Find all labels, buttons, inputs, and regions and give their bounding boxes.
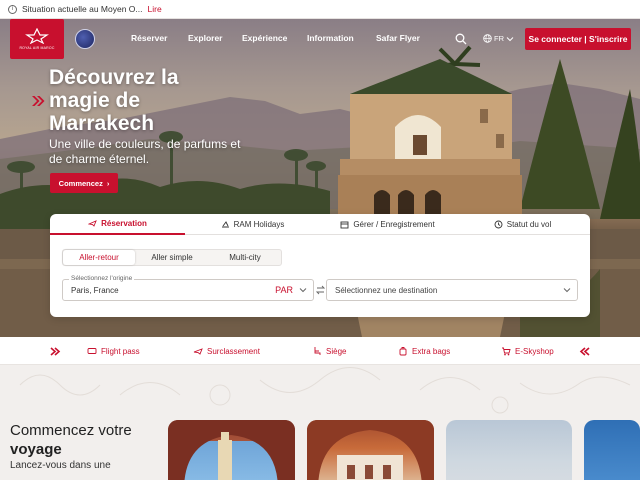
tab-flight-status-label: Statut du vol <box>506 220 552 229</box>
swap-icon[interactable] <box>316 285 325 295</box>
nav-item-safar-flyer[interactable]: Safar Flyer <box>376 33 420 43</box>
chevrons-right-icon[interactable] <box>50 347 61 356</box>
trip-type-selector: Aller-retour Aller simple Multi-city <box>62 249 282 266</box>
alert-text: Situation actuelle au Moyen O... <box>22 4 143 14</box>
alert-read-link[interactable]: Lire <box>148 4 162 14</box>
destination-card[interactable] <box>446 420 572 480</box>
trip-type-multi-city[interactable]: Multi-city <box>209 250 281 265</box>
seat-icon <box>314 347 321 355</box>
destination-card[interactable] <box>168 420 295 480</box>
pavilion <box>338 59 522 215</box>
hero-subtitle: Une ville de couleurs, de parfums et de … <box>49 137 241 166</box>
origin-code: PAR <box>275 285 293 295</box>
globe-icon <box>483 34 492 43</box>
service-flight-pass-label: Flight pass <box>101 346 140 356</box>
clock-icon <box>494 220 503 229</box>
oneworld-icon[interactable] <box>75 29 95 49</box>
tab-reservation-label: Réservation <box>101 219 147 228</box>
journey-section: Commencez votre voyage Lancez-vous dans … <box>0 365 640 480</box>
service-eskyshop-label: E-Skyshop <box>515 346 554 356</box>
booking-tabs: Réservation RAM Holidays Gérer / Enregis… <box>50 214 590 235</box>
ticket-icon <box>87 348 97 354</box>
service-extra-bags-label: Extra bags <box>412 346 451 356</box>
chevrons-left-icon[interactable] <box>579 347 590 356</box>
service-seat-label: Siège <box>326 346 347 356</box>
origin-field[interactable]: Sélectionnez l'origine Paris, France PAR <box>62 275 314 301</box>
tab-manage-checkin[interactable]: Gérer / Enregistrement <box>320 214 455 235</box>
chevron-down-icon <box>506 36 514 41</box>
journey-title: Commencez votre voyage <box>10 421 170 459</box>
destination-card-image <box>168 420 295 480</box>
hero-start-label: Commencez <box>58 178 103 188</box>
nav-item-information[interactable]: Information <box>307 33 354 43</box>
destination-field[interactable]: Sélectionnez une destination <box>326 279 578 301</box>
trip-type-round-trip[interactable]: Aller-retour <box>63 250 135 265</box>
upgrade-plane-icon <box>193 348 203 355</box>
language-selector[interactable]: FR <box>483 34 514 43</box>
chevron-right-icon: › <box>106 178 110 188</box>
tab-manage-checkin-label: Gérer / Enregistrement <box>353 220 435 229</box>
logo-text: ROYAL AIR MAROC <box>19 46 55 50</box>
luggage-icon <box>399 347 407 356</box>
trip-type-one-way[interactable]: Aller simple <box>135 250 209 265</box>
service-seat[interactable]: Siège <box>312 346 346 356</box>
chevron-down-icon <box>563 288 571 293</box>
hero-title: Découvrez la magie de Marrakech <box>49 66 179 135</box>
journey-title-line2: voyage <box>10 441 62 458</box>
tab-ram-holidays[interactable]: RAM Holidays <box>185 214 320 235</box>
alert-bar: i Situation actuelle au Moyen O... Lire <box>0 0 640 19</box>
destination-card-image <box>307 420 434 480</box>
journey-title-line1: Commencez votre <box>10 422 132 439</box>
cart-icon <box>502 347 511 356</box>
logo-star-icon <box>25 28 49 44</box>
service-flight-pass[interactable]: Flight pass <box>87 346 140 356</box>
origin-field-label: Sélectionnez l'origine <box>69 275 135 282</box>
ram-logo[interactable]: ROYAL AIR MAROC <box>10 19 64 59</box>
hero-start-button[interactable]: Commencez › <box>50 173 118 193</box>
language-label: FR <box>494 34 504 43</box>
service-upgrade-label: Surclassement <box>207 346 260 356</box>
services-bar: Flight pass Surclassement Siège Extra ba… <box>0 337 640 365</box>
service-upgrade[interactable]: Surclassement <box>193 346 260 356</box>
plane-icon <box>88 220 97 227</box>
tab-flight-status[interactable]: Statut du vol <box>455 214 590 235</box>
login-signup-button[interactable]: Se connecter | S'inscrire <box>525 28 631 50</box>
nav-item-explorer[interactable]: Explorer <box>188 33 223 43</box>
origin-value: Paris, France <box>71 286 119 295</box>
tab-reservation[interactable]: Réservation <box>50 214 185 235</box>
chevron-down-icon <box>299 288 307 293</box>
booking-widget: Réservation RAM Holidays Gérer / Enregis… <box>50 214 590 317</box>
nav-item-experience[interactable]: Expérience <box>242 33 287 43</box>
nav-item-reserver[interactable]: Réserver <box>131 33 167 43</box>
tab-ram-holidays-label: RAM Holidays <box>233 220 285 229</box>
destination-card[interactable] <box>584 420 640 480</box>
hero-chevrons-icon <box>32 96 45 106</box>
destination-placeholder: Sélectionnez une destination <box>335 286 438 295</box>
destination-card[interactable] <box>307 420 434 480</box>
calendar-icon <box>340 221 349 229</box>
service-eskyshop[interactable]: E-Skyshop <box>501 346 554 356</box>
service-extra-bags[interactable]: Extra bags <box>398 346 450 356</box>
info-icon: i <box>8 4 17 14</box>
holiday-icon <box>221 221 229 228</box>
search-icon[interactable] <box>455 33 467 45</box>
journey-subtitle: Lancez-vous dans une <box>10 460 111 471</box>
